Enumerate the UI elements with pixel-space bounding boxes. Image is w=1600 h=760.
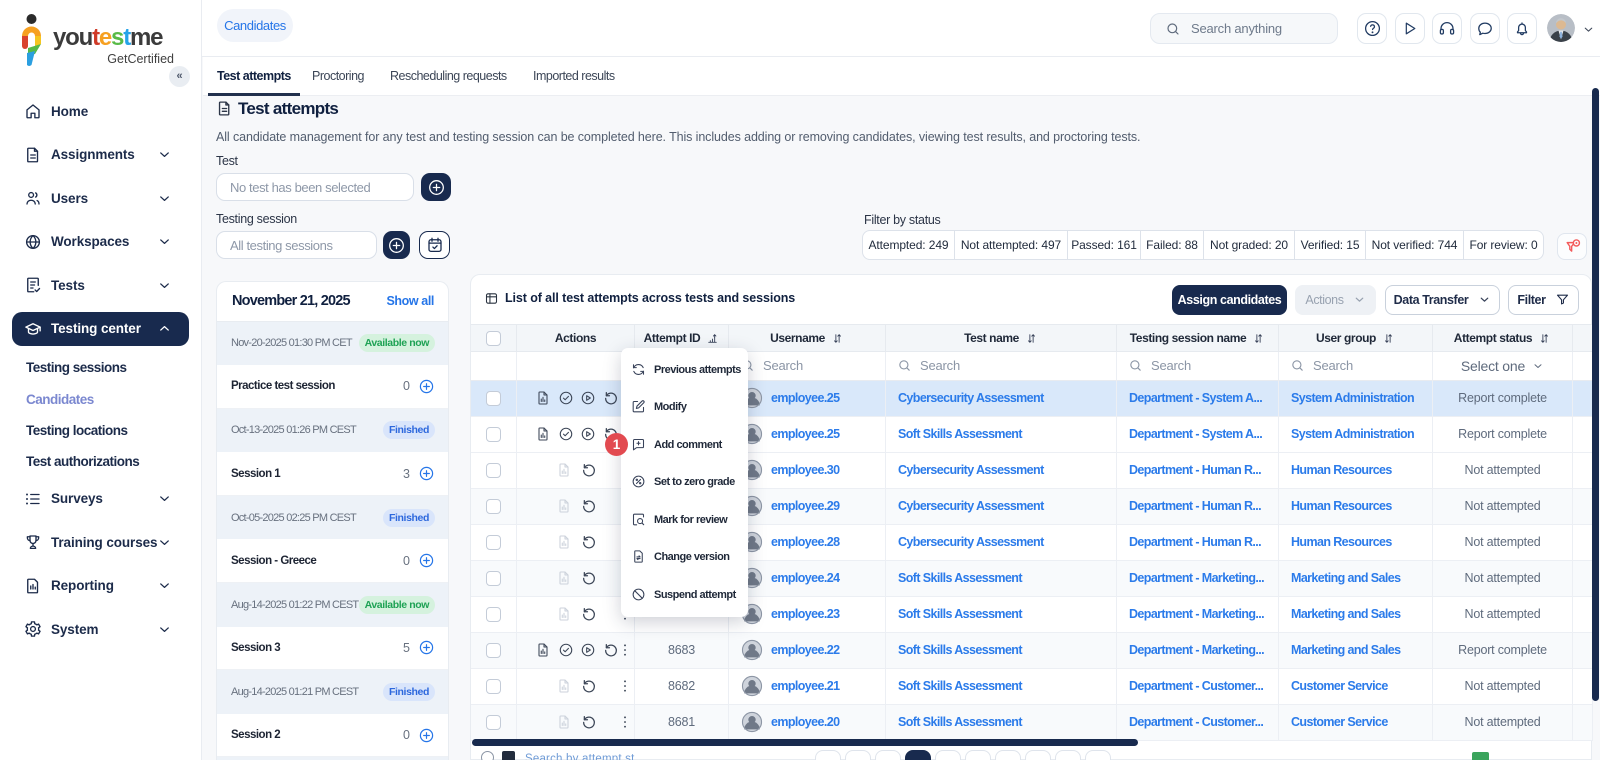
svg-text:GetCertified: GetCertified [107,52,174,66]
svg-text:youtestme: youtestme [53,24,163,51]
